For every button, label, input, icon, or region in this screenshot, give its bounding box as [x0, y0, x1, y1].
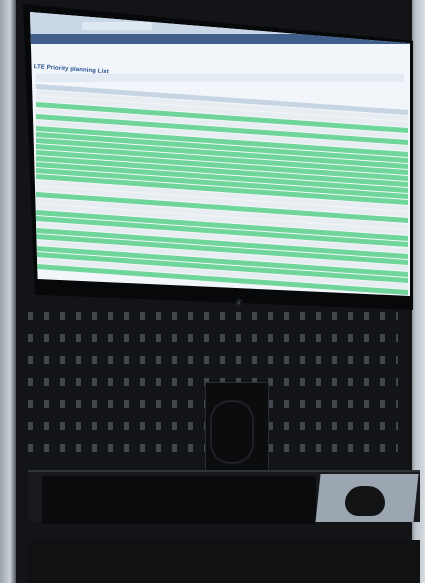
mouse [345, 486, 385, 516]
photo-scene: LTE Priority planning List Ⓥ [0, 0, 425, 583]
pegboard-holes-row [28, 356, 398, 364]
monitor-screen [30, 12, 410, 296]
monitor-logo: Ⓥ [236, 301, 243, 307]
planning-table [36, 84, 408, 296]
pegboard-holes-row [28, 334, 398, 342]
pegboard-holes-row [28, 312, 398, 320]
table-toolbar [36, 74, 404, 82]
browser-tab [82, 22, 152, 30]
cable-loop [210, 400, 254, 464]
cabinet-base [28, 540, 420, 583]
keyboard [42, 476, 316, 524]
